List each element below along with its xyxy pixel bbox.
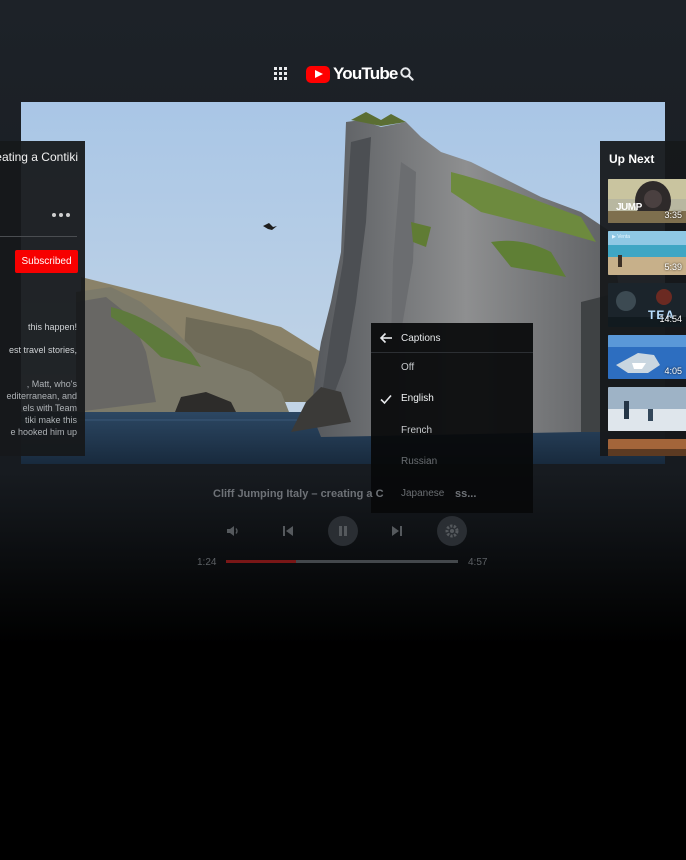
captions-title: Captions bbox=[401, 333, 441, 344]
progress-fill bbox=[226, 560, 296, 563]
pause-button[interactable] bbox=[328, 516, 358, 546]
back-arrow-icon[interactable] bbox=[379, 331, 393, 345]
next-button[interactable] bbox=[382, 516, 412, 546]
captions-header[interactable]: Captions bbox=[371, 323, 533, 353]
now-playing-title-text: Cliff Jumping Italy – creating a C bbox=[213, 488, 384, 500]
volume-button[interactable] bbox=[218, 516, 248, 546]
caption-option-english[interactable]: English bbox=[371, 384, 533, 414]
next-icon bbox=[392, 526, 402, 536]
previous-icon bbox=[283, 526, 293, 536]
duration-badge: 4:05 bbox=[664, 366, 682, 376]
description-line: , Matt, who's bbox=[26, 379, 77, 389]
video-title: Cliff Jumping Italy – creating a Contiki bbox=[0, 150, 78, 164]
video-frame-image bbox=[21, 102, 665, 464]
video-info-panel: Cliff Jumping Italy – creating a Contiki… bbox=[0, 141, 85, 456]
settings-button[interactable] bbox=[437, 516, 467, 546]
top-bar: YouTube bbox=[0, 60, 686, 88]
progress-bar[interactable] bbox=[226, 560, 458, 563]
thumb-overlay-text: ▶ Venta bbox=[612, 234, 631, 240]
snow-hikers-thumbnail bbox=[608, 387, 686, 431]
duration-badge: 3:35 bbox=[664, 210, 682, 220]
caption-option-label: English bbox=[401, 393, 434, 404]
caption-option-off[interactable]: Off bbox=[371, 353, 533, 383]
video-player[interactable] bbox=[21, 102, 665, 464]
up-next-item[interactable]: ▶ Venta 5:39 bbox=[608, 231, 686, 275]
logo-text: YouTube bbox=[333, 64, 398, 83]
youtube-play-icon bbox=[306, 65, 330, 83]
description-line: tiki make this bbox=[24, 415, 77, 425]
search-icon[interactable] bbox=[399, 66, 415, 82]
up-next-item[interactable]: 4:05 bbox=[608, 335, 686, 379]
captions-menu: Captions Off English French Russian Japa… bbox=[371, 323, 533, 513]
more-icon[interactable] bbox=[52, 213, 70, 217]
description-line: est travel stories, bbox=[8, 345, 77, 355]
previous-button[interactable] bbox=[273, 516, 303, 546]
caption-option-russian[interactable]: Russian bbox=[371, 447, 533, 477]
up-next-panel: Up Next JUMP 3:35 ▶ Venta 5:39 TEA 14:54… bbox=[600, 141, 686, 456]
caption-option-label: French bbox=[401, 425, 433, 436]
caption-option-label: Off bbox=[401, 362, 415, 373]
description-line: e hooked him up bbox=[10, 427, 77, 437]
description-line: editerranean, and bbox=[6, 391, 77, 401]
check-icon bbox=[380, 394, 392, 405]
description-line: this happen! bbox=[27, 322, 77, 332]
duration-badge: 5:39 bbox=[664, 262, 682, 272]
up-next-item[interactable] bbox=[608, 387, 686, 431]
up-next-title: Up Next bbox=[609, 152, 655, 166]
pause-icon bbox=[339, 526, 347, 536]
thumb-overlay-text: JUMP bbox=[616, 202, 642, 213]
up-next-item[interactable]: TEA 14:54 bbox=[608, 283, 686, 327]
caption-option-french[interactable]: French bbox=[371, 416, 533, 446]
caption-option-label: Russian bbox=[401, 456, 438, 467]
duration-badge: 14:54 bbox=[659, 314, 682, 324]
youtube-logo[interactable]: YouTube bbox=[306, 63, 398, 85]
settings-icon bbox=[445, 524, 459, 538]
volume-icon bbox=[227, 526, 238, 536]
description-line: els with Team bbox=[22, 403, 77, 413]
total-time: 4:57 bbox=[468, 557, 488, 568]
current-time: 1:24 bbox=[197, 557, 217, 568]
divider bbox=[0, 236, 77, 237]
caption-option-label: Japanese bbox=[401, 488, 445, 499]
now-playing-title-tail: ss... bbox=[455, 488, 477, 500]
up-next-item[interactable]: JUMP 3:35 bbox=[608, 179, 686, 223]
subscribed-button[interactable]: Subscribed bbox=[15, 250, 78, 273]
caption-option-japanese[interactable]: Japanese bbox=[371, 479, 533, 509]
now-playing-title: Cliff Jumping Italy – creating a C bbox=[213, 488, 384, 500]
apps-icon[interactable] bbox=[274, 67, 287, 80]
partial-thumbnail bbox=[608, 439, 686, 456]
up-next-item[interactable] bbox=[608, 439, 686, 456]
